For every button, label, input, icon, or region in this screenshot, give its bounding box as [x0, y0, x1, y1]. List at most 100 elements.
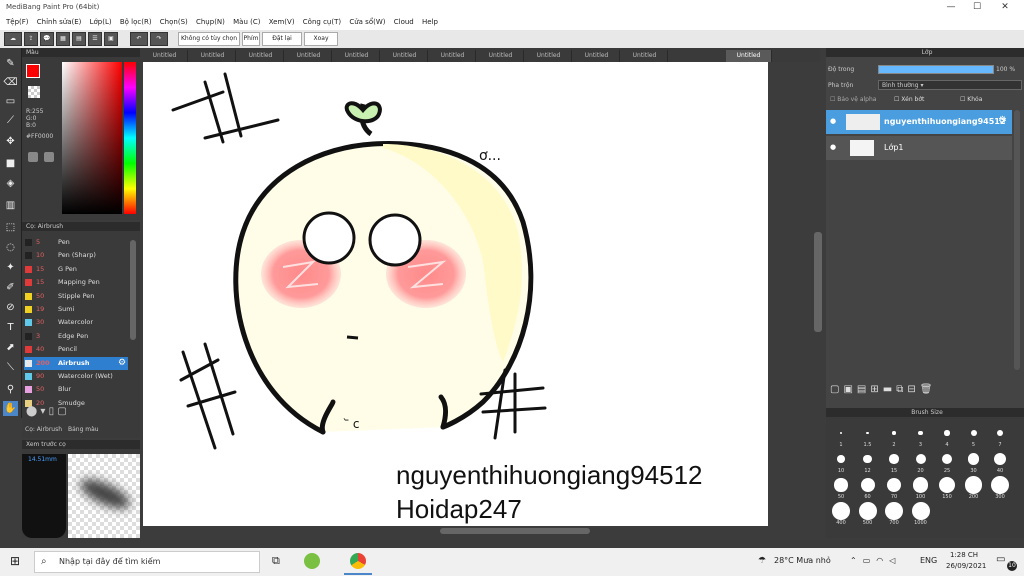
brush-tool-icon[interactable]: ✎ — [3, 56, 18, 71]
brush-size-option[interactable]: 60 — [857, 476, 879, 500]
share-icon[interactable]: ⇪ — [24, 32, 38, 46]
maximize-button[interactable]: ☐ — [970, 2, 984, 12]
app-icon-green[interactable] — [304, 553, 320, 569]
brush-menu-icon[interactable]: ▾ — [40, 406, 45, 417]
folder-icon[interactable]: ▬ — [883, 384, 896, 395]
brush-item[interactable]: 19 Sumi — [24, 303, 128, 316]
taskbar-search-box[interactable]: ⌕ Nhập tại đây để tìm kiếm — [34, 551, 260, 573]
hand-tool-icon[interactable]: ✋ — [3, 401, 18, 416]
menu-file[interactable]: Tệp(F) — [6, 18, 29, 26]
trash-icon[interactable]: 🗑 — [920, 384, 937, 395]
line-tool-icon[interactable]: ⟋ — [3, 113, 18, 128]
eye-icon[interactable]: ● — [830, 143, 836, 151]
redo-icon[interactable]: ↷ — [150, 32, 168, 46]
brush-size-option[interactable]: 15 — [883, 450, 905, 474]
menu-window[interactable]: Cửa sổ(W) — [349, 18, 385, 26]
brush-delete-icon[interactable]: ▢ — [57, 406, 66, 417]
divide-tool-icon[interactable]: ⟍ — [3, 360, 18, 375]
bucket-tool-icon[interactable]: ◈ — [3, 176, 18, 191]
color-wheel-icon[interactable] — [28, 152, 38, 162]
text-tool-icon[interactable]: T — [3, 320, 18, 335]
eraser-tool-icon[interactable]: ⌫ — [3, 75, 18, 90]
layer-scrollbar[interactable] — [1014, 110, 1020, 370]
gear-icon[interactable]: ⚙ — [998, 115, 1007, 126]
layer-row-text[interactable]: ● nguyenthihuongiang94512 ⚙ — [826, 110, 1012, 134]
menu-select[interactable]: Chọn(S) — [160, 18, 188, 26]
menu-color[interactable]: Màu (C) — [233, 18, 260, 26]
cloud-icon[interactable]: ☁ — [4, 32, 22, 46]
eye-icon[interactable]: ● — [830, 117, 836, 125]
rectangle-tool-icon[interactable]: ▭ — [3, 94, 18, 109]
brush-size-option[interactable]: 700 — [883, 502, 905, 526]
clip-checkbox[interactable]: ☐ Xén bớt — [894, 96, 924, 103]
brush-size-option[interactable]: 150 — [936, 476, 958, 500]
gradient-tool-icon[interactable]: ▥ — [3, 198, 18, 213]
panel-icon[interactable]: ▤ — [72, 32, 86, 46]
layers-icon[interactable]: ▣ — [104, 32, 118, 46]
volume-icon[interactable]: ◁ — [889, 556, 901, 565]
brush-size-option[interactable]: 100 — [910, 476, 932, 500]
brush-size-option[interactable]: 1000 — [910, 502, 932, 526]
brush-size-option[interactable]: 70 — [883, 476, 905, 500]
brush-item[interactable]: 15 G Pen — [24, 263, 128, 276]
brush-item[interactable]: 50 Blur — [24, 383, 128, 396]
brush-item[interactable]: 5 Pen — [24, 236, 128, 249]
brush-item[interactable]: 50 Stipple Pen — [24, 290, 128, 303]
brush-item[interactable]: 200 Airbrush ⚙ — [24, 356, 128, 370]
clock[interactable]: 1:28 CH 26/09/2021 — [946, 551, 986, 570]
brush-size-option[interactable]: 12 — [857, 450, 879, 474]
tab-untitled-6[interactable]: Untitled — [382, 50, 428, 62]
close-button[interactable]: ✕ — [998, 2, 1012, 12]
wifi-icon[interactable]: ◠ — [876, 556, 889, 565]
tab-untitled-9[interactable]: Untitled — [526, 50, 572, 62]
brush-item[interactable]: 10 Pen (Sharp) — [24, 249, 128, 262]
add-brush-icon[interactable]: ⬤ — [26, 406, 37, 417]
brush-size-option[interactable]: 20 — [910, 450, 932, 474]
brush-size-option[interactable]: 500 — [857, 502, 879, 526]
lasso-tool-icon[interactable]: ◌ — [3, 240, 18, 255]
brush-size-option[interactable]: 7 — [989, 424, 1011, 448]
tab-palette[interactable]: Bảng màu — [68, 426, 99, 433]
brush-size-option[interactable]: 4 — [936, 424, 958, 448]
tab-untitled-5[interactable]: Untitled — [334, 50, 380, 62]
new-layer-1bit-icon[interactable]: ▤ — [857, 384, 870, 395]
background-color-swatch[interactable] — [28, 86, 40, 98]
tab-untitled-8[interactable]: Untitled — [478, 50, 524, 62]
select-eraser-icon[interactable]: ⊘ — [3, 300, 18, 315]
add-layer-menu-icon[interactable]: ⊞ — [870, 384, 882, 395]
brush-size-option[interactable]: 300 — [989, 476, 1011, 500]
menu-edit[interactable]: Chỉnh sửa(E) — [37, 18, 82, 26]
network-icon[interactable]: ▭ — [863, 556, 877, 565]
windows-start-icon[interactable]: ⊞ — [10, 554, 20, 568]
notification-icon[interactable]: ▭ — [996, 554, 1005, 565]
move-tool-icon[interactable]: ✥ — [3, 134, 18, 149]
brush-size-option[interactable]: 3 — [910, 424, 932, 448]
tab-untitled-10[interactable]: Untitled — [574, 50, 620, 62]
protect-alpha-checkbox[interactable]: ☐ Bảo vệ alpha — [830, 96, 876, 103]
color-picker-icon[interactable] — [44, 152, 54, 162]
opacity-slider[interactable] — [878, 65, 994, 74]
brush-size-option[interactable]: 30 — [963, 450, 985, 474]
language-indicator[interactable]: ENG — [920, 556, 937, 565]
brush-size-option[interactable]: 40 — [989, 450, 1011, 474]
layer-row-1[interactable]: ● Lớp1 — [826, 136, 1012, 160]
merge-icon[interactable]: ⊟ — [907, 384, 919, 395]
brush-item[interactable]: 40 Pencil — [24, 343, 128, 356]
menu-help[interactable]: Help — [422, 18, 438, 26]
list-icon[interactable]: ☰ — [88, 32, 102, 46]
brush-size-option[interactable]: 2 — [883, 424, 905, 448]
drawing-canvas[interactable]: ᷅ c ơ... — [143, 62, 768, 526]
gear-icon[interactable]: ⚙ — [118, 357, 126, 370]
menu-cloud[interactable]: Cloud — [394, 18, 414, 26]
new-layer-icon[interactable]: ▢ — [830, 384, 843, 395]
operation-tool-icon[interactable]: ⬈ — [3, 340, 18, 355]
menu-tools[interactable]: Công cụ(T) — [303, 18, 341, 26]
blend-select[interactable]: Bình thường ▾ — [878, 80, 1022, 90]
reset-button[interactable]: Đặt lại — [262, 32, 302, 46]
brush-size-option[interactable]: 1.5 — [857, 424, 879, 448]
chrome-icon[interactable] — [350, 553, 366, 569]
minimize-button[interactable]: — — [944, 2, 958, 12]
brush-size-option[interactable]: 400 — [830, 502, 852, 526]
brush-size-option[interactable]: 5 — [963, 424, 985, 448]
foreground-color-swatch[interactable] — [26, 64, 40, 78]
